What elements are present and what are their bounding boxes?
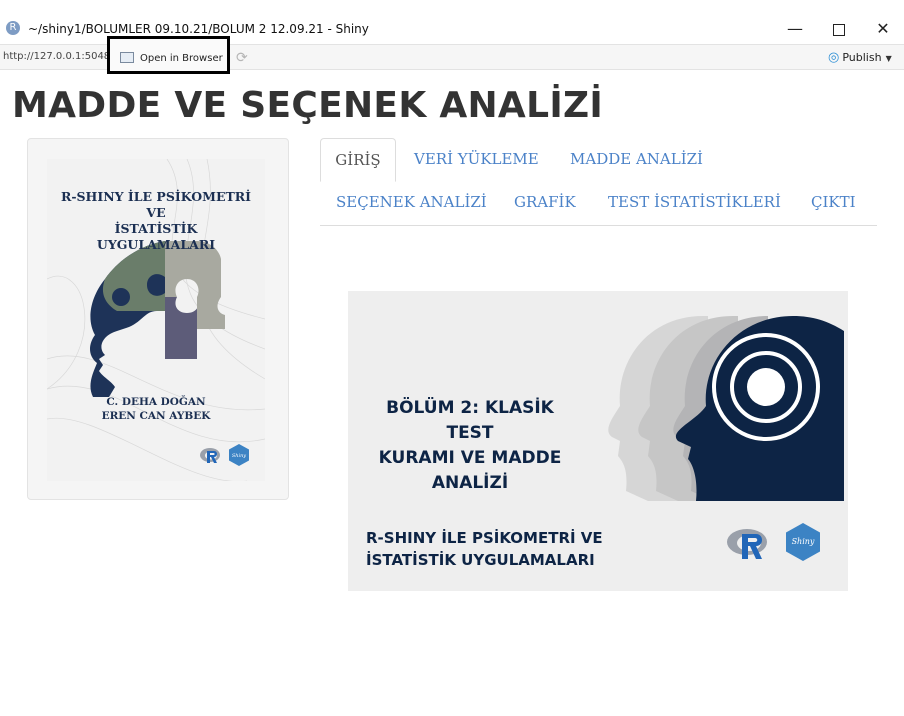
shiny-logo-icon: Shiny (229, 444, 249, 466)
r-logo-icon (200, 448, 220, 463)
tab-veri-yukleme[interactable]: VERİ YÜKLEME (414, 150, 539, 168)
url-display[interactable]: http://127.0.0.1:5048 (3, 51, 110, 62)
banner-title-line: ANALİZİ (431, 473, 509, 493)
page-title: MADDE VE SEÇENEK ANALİZİ (12, 85, 604, 126)
r-logo-icon (727, 529, 767, 559)
tab-giris[interactable]: GİRİŞ (320, 138, 396, 182)
cover-author: C. DEHA DOĞAN (106, 396, 206, 408)
cover-title-line: R-SHINY İLE PSİKOMETRİ VE (60, 189, 252, 220)
window-title: ~/shiny1/BOLUMLER 09.10.21/BOLUM 2 12.09… (28, 22, 369, 36)
publish-label: Publish (842, 51, 882, 64)
open-in-browser-button[interactable]: Open in Browser (107, 36, 230, 74)
close-button[interactable]: ✕ (860, 14, 904, 44)
maximize-button[interactable] (816, 14, 862, 44)
banner-subtitle-line: R-SHINY İLE PSİKOMETRİ VE (366, 529, 603, 547)
tab-cikti[interactable]: ÇIKTI (811, 193, 856, 211)
browser-window-icon (120, 52, 134, 63)
sidebar-panel: R-SHINY İLE PSİKOMETRİ VE İSTATİSTİK UYG… (27, 138, 289, 500)
cover-authors: C. DEHA DOĞAN EREN CAN AYBEK (55, 395, 257, 423)
refresh-icon[interactable]: ⟳ (236, 49, 248, 66)
banner-title-line: KURAMI VE MADDE (378, 448, 562, 468)
open-in-browser-label: Open in Browser (140, 53, 223, 64)
maximize-icon (833, 23, 845, 36)
chapter-banner-image: BÖLÜM 2: KLASİK TEST KURAMI VE MADDE ANA… (348, 291, 848, 591)
svg-text:Shiny: Shiny (792, 537, 815, 546)
banner-title: BÖLÜM 2: KLASİK TEST KURAMI VE MADDE ANA… (362, 396, 578, 496)
shiny-logo-icon: Shiny (786, 523, 820, 561)
minimize-button[interactable]: — (772, 14, 818, 44)
tab-madde-analizi[interactable]: MADDE ANALİZİ (570, 150, 703, 168)
banner-subtitle-line: İSTATİSTİK UYGULAMALARI (366, 551, 595, 569)
banner-title-line: BÖLÜM 2: KLASİK TEST (386, 398, 554, 443)
tab-test-istatistikleri[interactable]: TEST İSTATİSTİKLERİ (608, 193, 781, 211)
cover-title-line: İSTATİSTİK UYGULAMALARI (96, 221, 216, 252)
chevron-down-icon[interactable]: ▼ (886, 54, 892, 63)
publish-icon: ◎ (828, 50, 840, 65)
banner-subtitle: R-SHINY İLE PSİKOMETRİ VE İSTATİSTİK UYG… (366, 527, 656, 571)
publish-button[interactable]: ◎ Publish ▼ (828, 50, 892, 65)
svg-text:Shiny: Shiny (232, 453, 246, 459)
cover-title: R-SHINY İLE PSİKOMETRİ VE İSTATİSTİK UYG… (55, 189, 257, 253)
tab-grafik[interactable]: GRAFİK (514, 193, 576, 211)
tab-secenek-analizi[interactable]: SEÇENEK ANALİZİ (336, 193, 487, 211)
book-cover-image: R-SHINY İLE PSİKOMETRİ VE İSTATİSTİK UYG… (47, 159, 265, 481)
rstudio-logo-icon: R (6, 21, 20, 35)
cover-author: EREN CAN AYBEK (101, 410, 211, 422)
tab-bar: GİRİŞ VERİ YÜKLEME MADDE ANALİZİ SEÇENEK… (320, 138, 877, 226)
